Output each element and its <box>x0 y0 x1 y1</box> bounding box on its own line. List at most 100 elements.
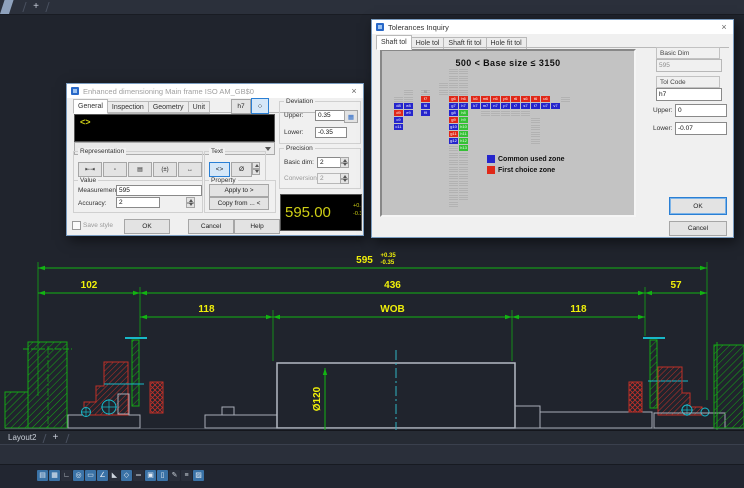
tol-zone-cell[interactable] <box>501 110 510 116</box>
tol-zone-cell[interactable]: u6 <box>541 96 550 102</box>
tol-zone-cell[interactable] <box>439 82 448 88</box>
tol-zone-cell[interactable] <box>449 201 458 207</box>
tol-zone-cell[interactable] <box>481 110 490 116</box>
lower-deviation-field[interactable]: -0.35 <box>315 127 347 138</box>
tol-zone-cell[interactable] <box>511 110 520 116</box>
tol-zone-cell[interactable]: c11 <box>394 124 403 130</box>
tol-zone-cell[interactable]: g9 <box>449 117 458 123</box>
accuracy-stepper[interactable] <box>186 197 195 208</box>
tol-zone-cell[interactable] <box>459 152 468 158</box>
tolerance-code-button[interactable]: h7 <box>231 99 251 114</box>
file-tab-partial[interactable] <box>0 0 14 14</box>
tol-zone-cell[interactable] <box>459 194 468 200</box>
dialog-title-bar[interactable]: Enhanced dimensioning Main frame ISO AM_… <box>67 84 363 98</box>
tol-zone-cell[interactable] <box>449 173 458 179</box>
tol-zone-cell[interactable]: e8 <box>404 103 413 109</box>
tol-zone-cell[interactable]: f8 <box>421 103 430 109</box>
tol-zone-cell[interactable]: r7 <box>511 103 520 109</box>
tol-zone-cell[interactable]: h7 <box>459 103 468 109</box>
tol-zone-cell[interactable]: c9 <box>394 117 403 123</box>
tol-zone-cell[interactable]: p7 <box>501 103 510 109</box>
tol-zone-cell[interactable] <box>459 159 468 165</box>
tol-zone-cell[interactable] <box>449 187 458 193</box>
tol-zone-cell[interactable] <box>449 145 458 151</box>
tol-zone-cell[interactable] <box>449 82 458 88</box>
status-toggle-0[interactable]: ▤ <box>37 470 48 481</box>
status-toggle-3[interactable]: ◎ <box>73 470 84 481</box>
apply-to-button[interactable]: Apply to > <box>209 184 269 197</box>
tol-zone-cell[interactable]: v7 <box>551 103 560 109</box>
representation-button-4[interactable]: ↔ <box>178 162 202 177</box>
close-icon[interactable]: × <box>348 86 360 96</box>
copy-from-button[interactable]: Copy from ... < <box>209 197 269 210</box>
layout-tab-layout2[interactable]: Layout2 <box>0 431 44 445</box>
tol-zone-cell[interactable] <box>459 68 468 74</box>
measurements-field[interactable]: 595 <box>116 185 202 196</box>
tol-zone-cell[interactable] <box>531 117 540 123</box>
tol-zone-cell[interactable]: g10 <box>449 124 458 130</box>
tol-zone-cell[interactable] <box>491 110 500 116</box>
tol-zone-cell[interactable] <box>531 124 540 130</box>
tol-zone-cell[interactable]: g7 <box>449 103 458 109</box>
tol-zone-cell[interactable]: g6 <box>449 96 458 102</box>
tol-zone-cell[interactable] <box>439 89 448 95</box>
status-toggle-6[interactable]: ◣ <box>109 470 120 481</box>
tol-zone-cell[interactable] <box>459 173 468 179</box>
tol-zone-cell[interactable] <box>459 89 468 95</box>
tol-zone-cell[interactable]: k7 <box>471 103 480 109</box>
tol-zone-cell[interactable]: n6 <box>491 96 500 102</box>
tol-zone-cell[interactable] <box>459 166 468 172</box>
tol-zone-cell[interactable]: d9 <box>394 110 403 116</box>
tol-zone-cell[interactable]: h9 <box>459 117 468 123</box>
tol-zone-cell[interactable]: u7 <box>541 103 550 109</box>
tol-zone-cell[interactable] <box>459 187 468 193</box>
tol-zone-cell[interactable]: t6 <box>531 96 540 102</box>
tol-zone-cell[interactable]: f9 <box>421 110 430 116</box>
cancel-button[interactable]: Cancel <box>188 219 234 234</box>
tol-zone-cell[interactable] <box>531 138 540 144</box>
tol-zone-cell[interactable]: n7 <box>491 103 500 109</box>
tol-zone-cell[interactable]: e9 <box>404 110 413 116</box>
tol-zone-cell[interactable] <box>449 159 458 165</box>
new-drawing-tab-button[interactable]: + <box>30 1 42 13</box>
tol-zone-cell[interactable] <box>449 180 458 186</box>
tol-zone-cell[interactable] <box>449 166 458 172</box>
tab-general[interactable]: General <box>73 99 108 114</box>
tol-zone-cell[interactable]: h12 <box>459 138 468 144</box>
representation-button-1[interactable]: ▫ <box>103 162 127 177</box>
help-button[interactable]: Help <box>234 219 280 234</box>
tol-zone-cell[interactable] <box>404 89 413 95</box>
status-toggle-8[interactable]: ═ <box>133 470 144 481</box>
tol-zone-cell[interactable]: f6 <box>421 89 430 95</box>
tol-zone-cell[interactable]: h8 <box>459 110 468 116</box>
tol-zone-cell[interactable] <box>449 68 458 74</box>
tol-zone-cell[interactable]: h10 <box>459 124 468 130</box>
tol-zone-cell[interactable] <box>449 152 458 158</box>
save-style-checkbox[interactable] <box>72 221 81 230</box>
tol-zone-cell[interactable]: s7 <box>521 103 530 109</box>
status-toggle-10[interactable]: ▯ <box>157 470 168 481</box>
representation-button-2[interactable]: ▤ <box>128 162 152 177</box>
accuracy-field[interactable]: 2 <box>116 197 160 208</box>
lower-field[interactable]: -0.07 <box>675 122 727 135</box>
status-toggle-2[interactable]: ∟ <box>61 470 72 481</box>
status-toggle-13[interactable]: ▨ <box>193 470 204 481</box>
text-spinner[interactable] <box>252 162 260 175</box>
tol-zone-cell[interactable] <box>449 75 458 81</box>
tolerance-grid-icon[interactable]: ⁘ <box>251 98 269 114</box>
tol-zone-cell[interactable]: r6 <box>511 96 520 102</box>
status-toggle-7[interactable]: ◇ <box>121 470 132 481</box>
status-toggle-5[interactable]: ∠ <box>97 470 108 481</box>
tol-zone-cell[interactable]: g11 <box>449 131 458 137</box>
tab-shaft-tol[interactable]: Shaft tol <box>376 35 412 50</box>
text-button-0[interactable]: <> <box>209 162 230 177</box>
deviation-table-icon[interactable]: ▦ <box>344 110 358 123</box>
tol-zone-cell[interactable]: t7 <box>531 103 540 109</box>
status-toggle-4[interactable]: ▭ <box>85 470 96 481</box>
text-button-1[interactable]: Ø <box>231 162 252 177</box>
tol-zone-cell[interactable]: g8 <box>449 110 458 116</box>
status-toggle-11[interactable]: ✎ <box>169 470 180 481</box>
tol-zone-cell[interactable]: d8 <box>394 103 403 109</box>
tol-zone-cell[interactable]: h13 <box>459 145 468 151</box>
basic-dim-stepper[interactable] <box>340 157 349 168</box>
